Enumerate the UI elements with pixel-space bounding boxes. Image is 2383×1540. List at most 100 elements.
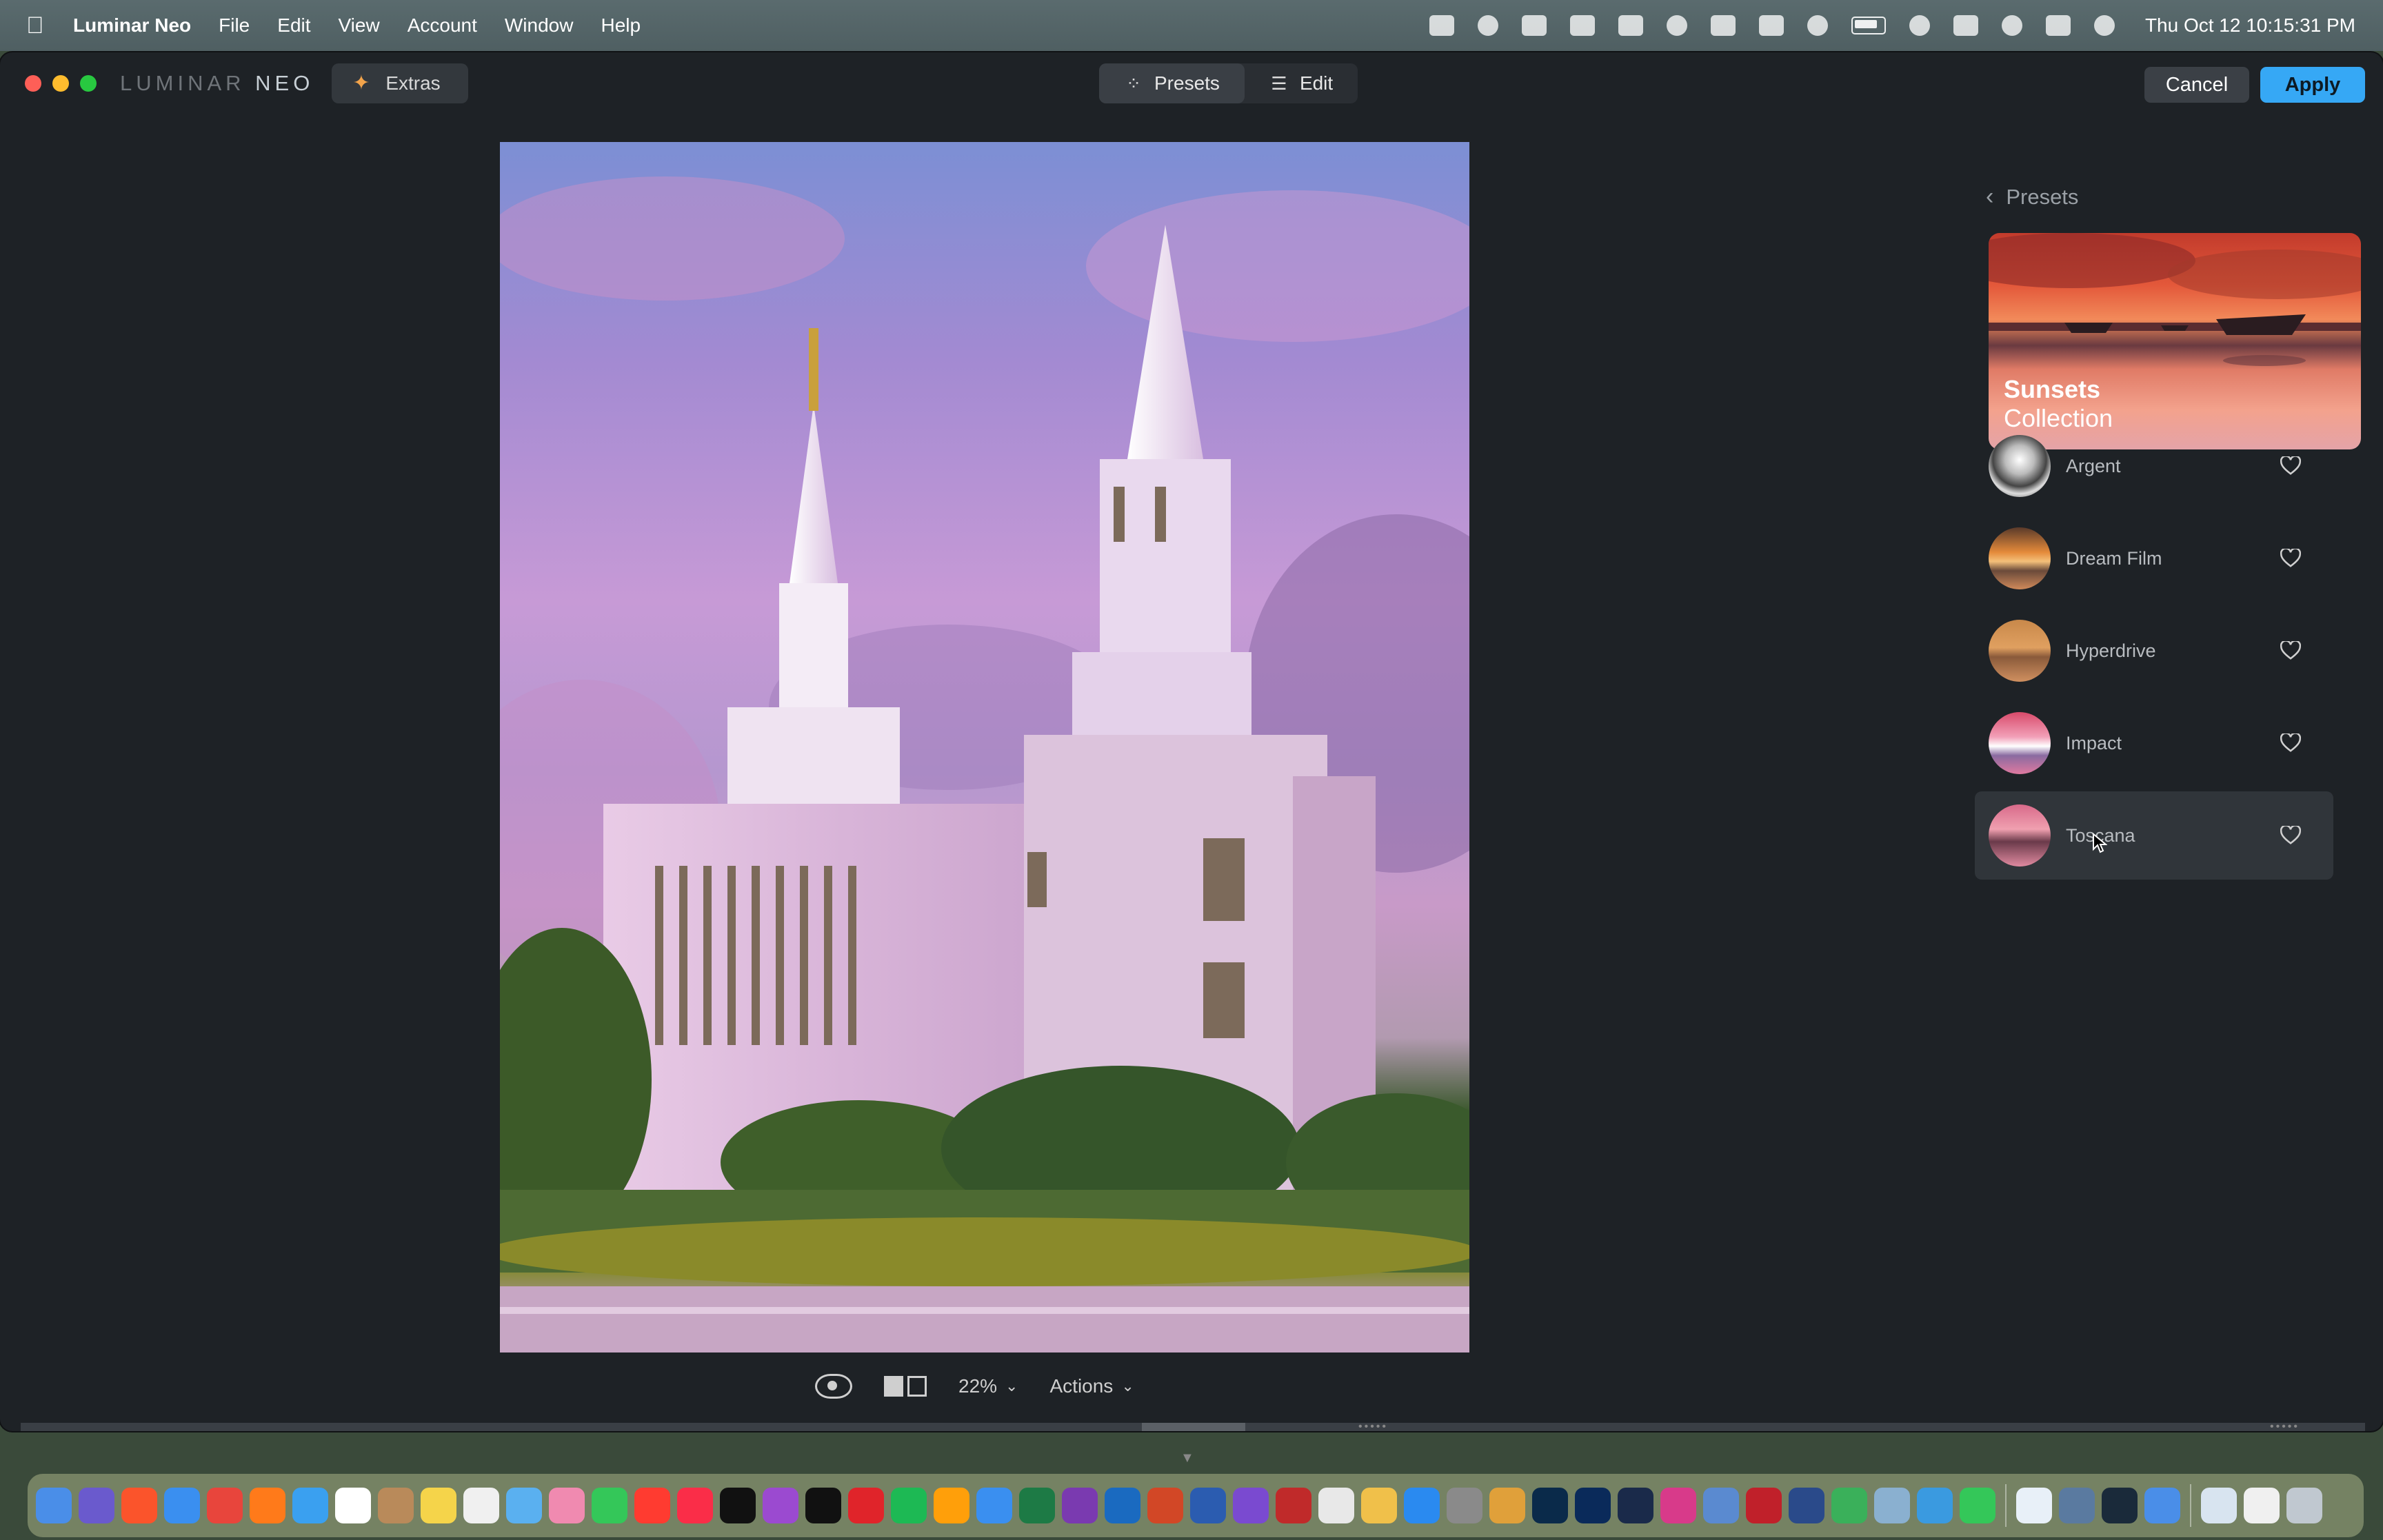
scroll-thumb[interactable] <box>1142 1423 1245 1431</box>
tab-presets[interactable]: ⁘ Presets <box>1099 63 1245 103</box>
wifi-icon[interactable] <box>1953 15 1978 36</box>
outlook-icon[interactable] <box>1105 1488 1140 1523</box>
brave-icon[interactable] <box>121 1488 157 1523</box>
sonos-icon[interactable] <box>720 1488 756 1523</box>
menu-account[interactable]: Account <box>408 14 477 37</box>
notes-icon[interactable] <box>421 1488 456 1523</box>
lightroom-classic-icon[interactable] <box>1532 1488 1568 1523</box>
photoshop-icon[interactable] <box>1575 1488 1611 1523</box>
contacts-icon[interactable] <box>378 1488 414 1523</box>
password-app-icon[interactable] <box>2016 1488 2052 1523</box>
word-icon[interactable] <box>1190 1488 1226 1523</box>
app-icon[interactable] <box>1831 1488 1867 1523</box>
drag-handle-icon[interactable]: ••••• <box>2270 1421 2300 1432</box>
heart-icon[interactable] <box>2275 451 2306 481</box>
folder-icon[interactable] <box>2201 1488 2237 1523</box>
script-icon[interactable] <box>1758 15 1784 36</box>
tab-edit[interactable]: ☰ Edit <box>1245 63 1358 103</box>
system-settings-icon[interactable] <box>1447 1488 1482 1523</box>
onedrive-icon[interactable] <box>976 1488 1012 1523</box>
app-store-icon[interactable] <box>1404 1488 1440 1523</box>
drag-handle-icon[interactable]: ••••• <box>1358 1421 1388 1432</box>
photo-canvas[interactable] <box>500 142 1469 1352</box>
heart-icon[interactable] <box>2275 636 2306 666</box>
creative-cloud-icon[interactable] <box>1429 15 1454 36</box>
heart-icon[interactable] <box>2275 728 2306 758</box>
preset-argent[interactable]: Argent <box>1975 422 2333 510</box>
podcasts-icon[interactable] <box>763 1488 798 1523</box>
apple-menu-icon[interactable]:  <box>26 14 47 37</box>
compare-icon[interactable] <box>884 1376 927 1397</box>
trash-icon[interactable] <box>2286 1488 2322 1523</box>
safari-icon[interactable] <box>164 1488 200 1523</box>
facetime-icon[interactable] <box>592 1488 627 1523</box>
display-icon[interactable] <box>1618 15 1643 36</box>
play-icon[interactable] <box>1807 15 1828 36</box>
extras-button[interactable]: ✦ Extras <box>332 63 468 103</box>
screenshot-icon[interactable] <box>1318 1488 1354 1523</box>
minimize-window-button[interactable] <box>52 75 69 92</box>
tv-icon[interactable] <box>805 1488 841 1523</box>
affinity-icon[interactable] <box>1660 1488 1696 1523</box>
preview-eye-icon[interactable] <box>815 1374 852 1399</box>
app-icon[interactable] <box>1276 1488 1311 1523</box>
news-icon[interactable] <box>634 1488 670 1523</box>
filmstrip-scrollbar[interactable]: ••••• ••••• <box>21 1421 2365 1432</box>
apply-button[interactable]: Apply <box>2260 67 2365 103</box>
app-icon[interactable] <box>2059 1488 2095 1523</box>
menu-window[interactable]: Window <box>505 14 574 37</box>
preset-dream-film[interactable]: Dream Film <box>1975 514 2333 602</box>
shield-app-icon[interactable] <box>1746 1488 1782 1523</box>
app-icon[interactable] <box>2144 1488 2180 1523</box>
documents-icon[interactable] <box>2244 1488 2280 1523</box>
control-center-icon[interactable] <box>2045 15 2071 36</box>
app-icon[interactable] <box>1703 1488 1739 1523</box>
preset-impact[interactable]: Impact <box>1975 699 2333 787</box>
firefox-icon[interactable] <box>250 1488 285 1523</box>
app-icon[interactable] <box>1917 1488 1953 1523</box>
sunsets-collection-card[interactable]: Sunsets Collection <box>1989 233 2361 449</box>
mail-icon[interactable] <box>292 1488 328 1523</box>
maps-icon[interactable] <box>506 1488 542 1523</box>
app-icon[interactable] <box>1874 1488 1910 1523</box>
drive-icon[interactable] <box>1569 15 1595 36</box>
zoom-window-button[interactable] <box>80 75 97 92</box>
menu-app-name[interactable]: Luminar Neo <box>73 14 191 37</box>
cube-app-icon[interactable] <box>1789 1488 1824 1523</box>
time-machine-icon[interactable] <box>1909 15 1930 36</box>
heart-icon[interactable] <box>2275 543 2306 574</box>
close-window-button[interactable] <box>25 75 41 92</box>
preset-hyperdrive[interactable]: Hyperdrive <box>1975 607 2333 695</box>
excel-icon[interactable] <box>1019 1488 1055 1523</box>
calendar-icon[interactable] <box>335 1488 371 1523</box>
menu-view[interactable]: View <box>339 14 380 37</box>
presets-back-button[interactable]: ‹ Presets <box>1986 183 2078 210</box>
onenote-icon[interactable] <box>1062 1488 1098 1523</box>
app-icon[interactable] <box>1489 1488 1525 1523</box>
battery-icon[interactable] <box>1851 17 1886 34</box>
music-icon[interactable] <box>677 1488 713 1523</box>
menu-clock[interactable]: Thu Oct 12 10:15:31 PM <box>2145 14 2355 37</box>
chevron-down-icon[interactable]: ▼ <box>1180 1450 1194 1466</box>
books-icon[interactable] <box>934 1488 969 1523</box>
tasks-icon[interactable] <box>1233 1488 1269 1523</box>
search-icon[interactable] <box>2001 15 2022 36</box>
menu-file[interactable]: File <box>219 14 250 37</box>
menu-help[interactable]: Help <box>601 14 641 37</box>
photolab-icon[interactable] <box>1618 1488 1653 1523</box>
finder-icon[interactable] <box>36 1488 72 1523</box>
window-icon[interactable] <box>1710 15 1736 36</box>
photos-icon[interactable] <box>549 1488 585 1523</box>
spotify-icon[interactable] <box>891 1488 927 1523</box>
heart-icon[interactable] <box>2275 820 2306 851</box>
preset-toscana[interactable]: Toscana <box>1975 791 2333 880</box>
siri-icon[interactable] <box>2093 15 2115 36</box>
password-icon[interactable] <box>1666 15 1687 36</box>
chrome-icon[interactable] <box>207 1488 243 1523</box>
dropbox-icon[interactable] <box>1521 15 1547 36</box>
audio-icon[interactable] <box>1477 15 1498 36</box>
powerpoint-icon[interactable] <box>1147 1488 1183 1523</box>
cancel-button[interactable]: Cancel <box>2144 67 2249 103</box>
zoom-dropdown[interactable]: 22% ⌄ <box>958 1375 1018 1397</box>
acrobat-icon[interactable] <box>848 1488 884 1523</box>
